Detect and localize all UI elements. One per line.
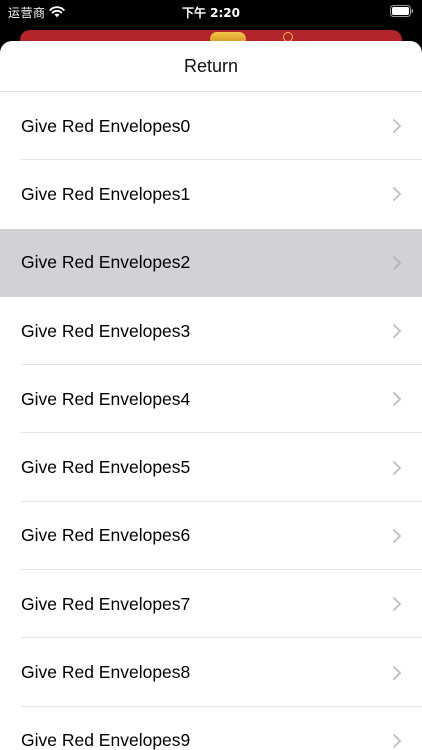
- chevron-right-icon: [393, 665, 401, 680]
- list-item-label: Give Red Envelopes8: [21, 662, 191, 683]
- list-item-0[interactable]: Give Red Envelopes0: [0, 92, 422, 161]
- list-item-label: Give Red Envelopes7: [21, 593, 191, 614]
- list-item-4[interactable]: Give Red Envelopes4: [0, 365, 422, 434]
- screen: 运营商 下午 2:20 Return Give Red Envelopes0 G…: [0, 0, 422, 750]
- list-item-3[interactable]: Give Red Envelopes3: [0, 297, 422, 366]
- chevron-right-icon: [393, 255, 401, 270]
- status-bar: 运营商 下午 2:20: [0, 0, 422, 24]
- list-item-label: Give Red Envelopes3: [21, 320, 191, 341]
- list-item-label: Give Red Envelopes5: [21, 457, 191, 478]
- chevron-right-icon: [393, 392, 401, 407]
- chevron-right-icon: [393, 187, 401, 202]
- list-item-label: Give Red Envelopes4: [21, 388, 191, 409]
- clock-time: 下午 2:20: [181, 6, 241, 20]
- chevron-right-icon: [393, 597, 401, 612]
- envelope-list: Give Red Envelopes0 Give Red Envelopes1 …: [0, 92, 422, 750]
- chevron-right-icon: [393, 324, 401, 339]
- list-item-7[interactable]: Give Red Envelopes7: [0, 570, 422, 639]
- list-item-5[interactable]: Give Red Envelopes5: [0, 433, 422, 502]
- chevron-right-icon: [393, 119, 401, 134]
- chevron-right-icon: [393, 528, 401, 543]
- list-item-label: Give Red Envelopes0: [21, 115, 191, 136]
- list-item-6[interactable]: Give Red Envelopes6: [0, 502, 422, 571]
- return-button[interactable]: Return: [184, 56, 238, 77]
- list-item-2[interactable]: Give Red Envelopes2: [0, 228, 422, 297]
- list-item-1[interactable]: Give Red Envelopes1: [0, 160, 422, 228]
- chevron-right-icon: [393, 733, 401, 748]
- list-item-label: Give Red Envelopes6: [21, 525, 191, 546]
- list-item-label: Give Red Envelopes2: [21, 252, 191, 273]
- list-item-9[interactable]: Give Red Envelopes9: [0, 707, 422, 750]
- list-item-label: Give Red Envelopes1: [21, 183, 191, 204]
- list-item-label: Give Red Envelopes9: [21, 730, 191, 750]
- modal-sheet: Return Give Red Envelopes0 Give Red Enve…: [0, 41, 422, 750]
- sheet-header[interactable]: Return: [0, 41, 422, 92]
- chevron-right-icon: [393, 460, 401, 475]
- list-item-8[interactable]: Give Red Envelopes8: [0, 638, 422, 707]
- battery-icon: [390, 5, 414, 17]
